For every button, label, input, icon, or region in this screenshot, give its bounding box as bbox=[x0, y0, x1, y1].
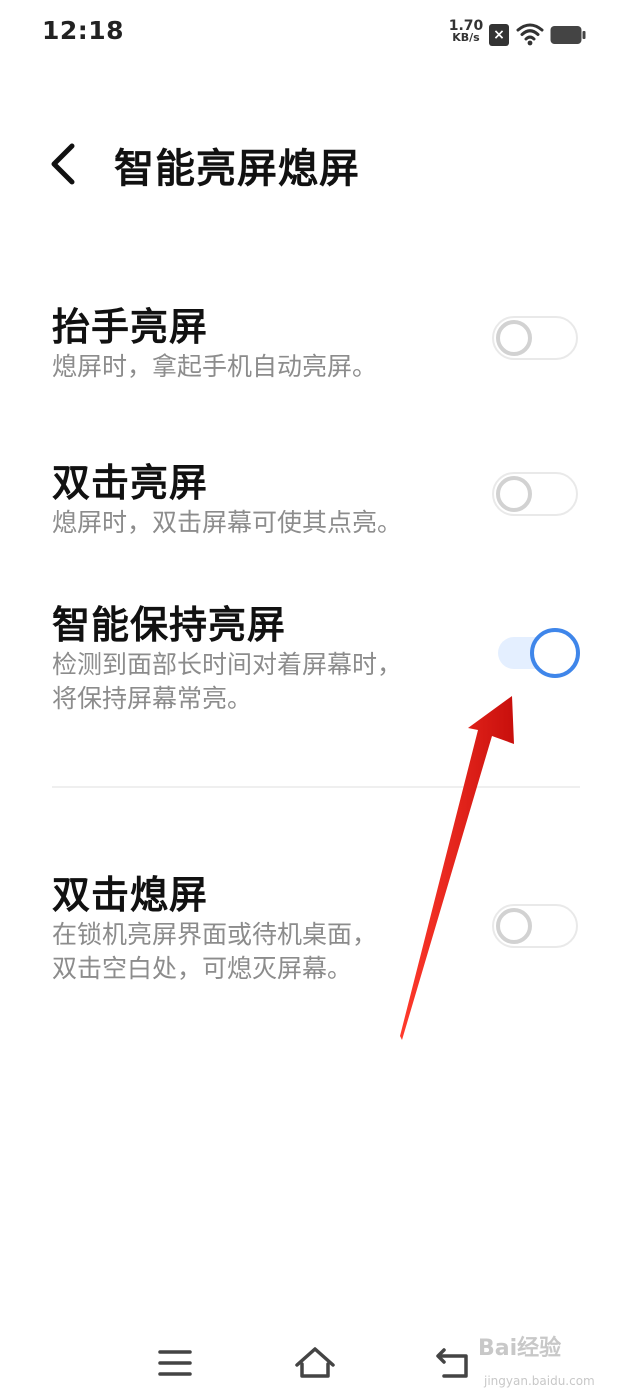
toggle-switch-double-tap-wake[interactable] bbox=[492, 472, 578, 516]
battery-icon bbox=[550, 26, 586, 44]
setting-description: 熄屏时，双击屏幕可使其点亮。 bbox=[52, 506, 472, 540]
setting-description: 在锁机亮屏界面或待机桌面， 双击空白处，可熄灭屏幕。 bbox=[52, 918, 472, 986]
toggle-knob bbox=[496, 320, 532, 356]
annotation-red-arrow bbox=[400, 696, 514, 1040]
toggle-knob bbox=[530, 628, 580, 678]
status-bar: 12:18 1.70 KB/s × bbox=[0, 0, 630, 70]
setting-description-line: 双击空白处，可熄灭屏幕。 bbox=[52, 954, 353, 983]
toggle-switch-double-tap-sleep[interactable] bbox=[492, 904, 578, 948]
setting-title: 双击亮屏 bbox=[52, 461, 209, 505]
home-icon[interactable] bbox=[290, 1338, 340, 1388]
network-speed: 1.70 KB/s bbox=[446, 19, 486, 44]
setting-description: 检测到面部长时间对着屏幕时， 将保持屏幕常亮。 bbox=[52, 648, 472, 716]
sim-no-service-icon: × bbox=[489, 24, 509, 46]
navigation-bar bbox=[0, 1320, 630, 1400]
wifi-icon bbox=[516, 23, 544, 46]
setting-title: 抬手亮屏 bbox=[52, 305, 209, 349]
setting-title: 智能保持亮屏 bbox=[52, 603, 287, 647]
toggle-switch-raise-to-wake[interactable] bbox=[492, 316, 578, 360]
setting-title: 双击熄屏 bbox=[52, 873, 209, 917]
back-return-icon[interactable] bbox=[430, 1338, 480, 1388]
page-header: 智能亮屏熄屏 bbox=[0, 120, 630, 210]
setting-description-line: 熄屏时，双击屏幕可使其点亮。 bbox=[52, 508, 403, 537]
setting-description: 熄屏时，拿起手机自动亮屏。 bbox=[52, 350, 472, 384]
toggle-knob bbox=[496, 908, 532, 944]
arrow-shape bbox=[400, 696, 514, 1040]
setting-description-line: 检测到面部长时间对着屏幕时， bbox=[52, 650, 403, 679]
setting-description-line: 熄屏时，拿起手机自动亮屏。 bbox=[52, 352, 378, 381]
toggle-knob bbox=[496, 476, 532, 512]
setting-description-line: 将保持屏幕常亮。 bbox=[52, 684, 253, 713]
status-time: 12:18 bbox=[42, 16, 125, 45]
setting-description-line: 在锁机亮屏界面或待机桌面， bbox=[52, 920, 378, 949]
menu-icon[interactable] bbox=[150, 1338, 200, 1388]
back-button[interactable] bbox=[40, 138, 90, 190]
page-title: 智能亮屏熄屏 bbox=[114, 146, 360, 192]
toggle-switch-smart-stay-awake[interactable] bbox=[492, 628, 580, 678]
section-divider bbox=[52, 786, 580, 788]
